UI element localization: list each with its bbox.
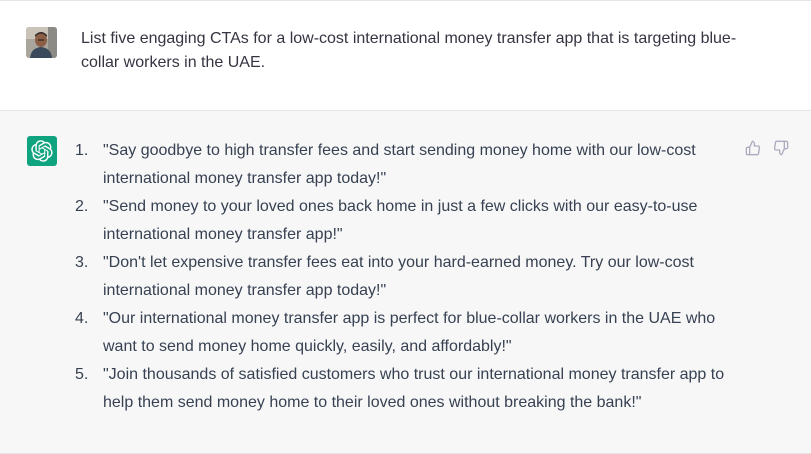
user-photo-avatar-icon [26, 27, 57, 58]
list-item: 4. "Our international money transfer app… [65, 305, 745, 361]
list-item-number: 4. [75, 310, 89, 327]
user-avatar [26, 27, 57, 58]
list-item: 1. "Say goodbye to high transfer fees an… [65, 137, 745, 193]
thumbs-up-icon [745, 140, 761, 156]
list-item-text: "Say goodbye to high transfer fees and s… [103, 142, 696, 187]
assistant-avatar [27, 136, 57, 166]
user-message: List five engaging CTAs for a low-cost i… [0, 1, 811, 111]
cta-list: 1. "Say goodbye to high transfer fees an… [65, 137, 745, 417]
list-item-number: 5. [75, 366, 89, 383]
list-item-text: "Send money to your loved ones back home… [103, 198, 698, 243]
user-message-text: List five engaging CTAs for a low-cost i… [81, 30, 737, 71]
thumbs-down-icon [773, 140, 789, 156]
list-item-number: 3. [75, 254, 89, 271]
list-item-number: 2. [75, 198, 89, 215]
assistant-message: 1. "Say goodbye to high transfer fees an… [0, 111, 811, 454]
thumbs-down-button[interactable] [772, 139, 790, 157]
list-item-number: 1. [75, 142, 89, 159]
list-item-text: "Our international money transfer app is… [103, 310, 716, 355]
list-item: 5. "Join thousands of satisfied customer… [65, 361, 745, 417]
list-item: 2. "Send money to your loved ones back h… [65, 193, 745, 249]
list-item-text: "Join thousands of satisfied customers w… [103, 366, 725, 411]
list-item-text: "Don't let expensive transfer fees eat i… [103, 254, 694, 299]
list-item: 3. "Don't let expensive transfer fees ea… [65, 249, 745, 305]
thumbs-up-button[interactable] [744, 139, 762, 157]
openai-logo-icon [31, 140, 53, 162]
